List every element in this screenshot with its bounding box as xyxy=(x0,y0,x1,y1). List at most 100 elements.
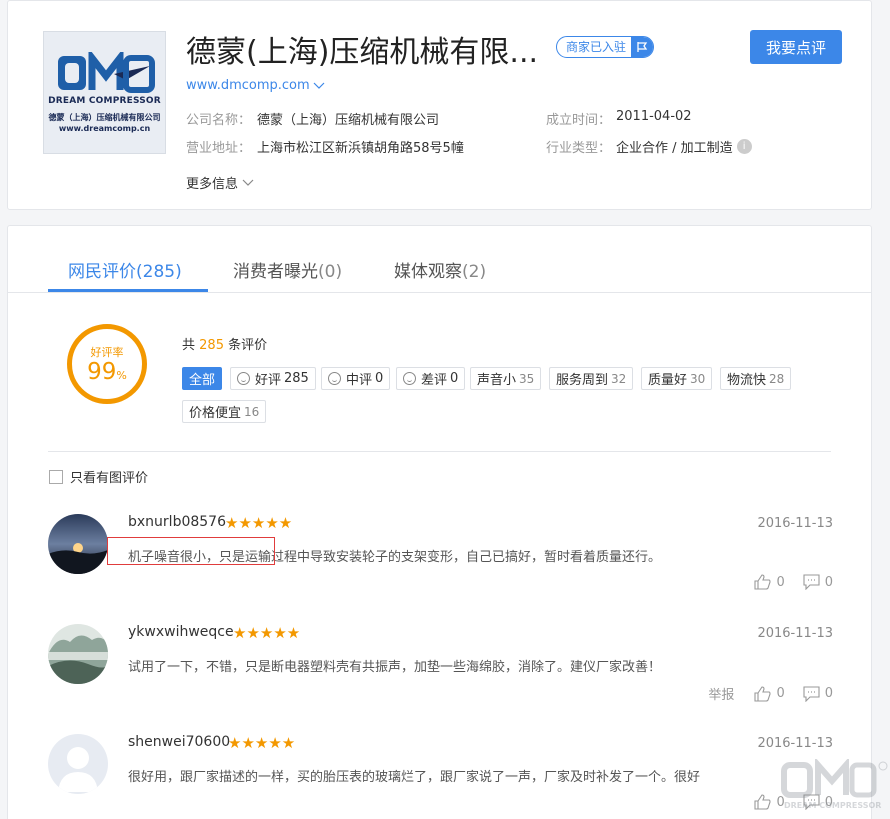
filter-tag-logistics[interactable]: 物流快 28 xyxy=(720,367,792,390)
company-title: 德蒙(上海)压缩机械有限... xyxy=(186,35,539,70)
chevron-down-icon xyxy=(242,179,254,186)
comment-button[interactable]: 0 xyxy=(803,685,833,702)
address-label: 营业地址： xyxy=(186,141,252,156)
report-link[interactable]: 举报 xyxy=(708,684,734,703)
filter-tag-price[interactable]: 价格便宜 16 xyxy=(182,400,267,423)
watermark-icon xyxy=(781,757,888,798)
write-review-button[interactable]: 我要点评 xyxy=(750,30,842,64)
only-pics-label: 只看有图评价 xyxy=(70,471,149,486)
avatar[interactable] xyxy=(48,514,108,574)
like-count: 0 xyxy=(776,574,785,590)
filter-tag-quiet[interactable]: 声音小 35 xyxy=(470,367,542,390)
company-name-label: 公司名称： xyxy=(186,113,252,128)
comment-button[interactable]: 0 xyxy=(803,574,833,590)
filter-label: 物流快 xyxy=(727,373,767,388)
filter-neutral[interactable]: 中评 0 xyxy=(321,367,391,390)
filter-label: 价格便宜 xyxy=(189,406,242,421)
filter-label: 服务周到 xyxy=(556,373,609,388)
review-item: shenwei70600 ★★★★★ 2016-11-13 很好用，跟厂家描述的… xyxy=(48,734,833,819)
info-icon[interactable]: i xyxy=(736,139,752,154)
smile-icon xyxy=(403,372,416,385)
review-username[interactable]: ykwxwihweqce xyxy=(128,624,234,640)
tab-media-watch[interactable]: 媒体观察(2) xyxy=(394,257,486,282)
only-with-pictures-filter[interactable]: 只看有图评价 xyxy=(49,467,148,486)
filter-count: 32 xyxy=(611,371,627,386)
filter-count: 28 xyxy=(769,371,785,386)
tab-label: 媒体观察 xyxy=(394,262,462,282)
thumbs-up-icon xyxy=(754,685,771,702)
comment-count: 0 xyxy=(824,686,833,701)
industry-value: 企业合作 / 加工制造 xyxy=(616,141,733,156)
company-logo: DREAM COMPRESSOR 德蒙（上海）压缩机械有限公司 www.drea… xyxy=(43,31,166,154)
more-info-toggle[interactable]: 更多信息 xyxy=(186,173,254,192)
star-rating: ★★★★★ xyxy=(225,514,293,532)
filter-positive[interactable]: 好评 285 xyxy=(230,367,316,390)
highlight-annotation-box xyxy=(107,537,275,565)
avatar[interactable] xyxy=(48,624,108,684)
comment-count: 0 xyxy=(824,574,833,590)
website-link[interactable]: www.dmcomp.com xyxy=(186,78,325,93)
positive-rate-label: 好评率 xyxy=(90,346,124,359)
review-date: 2016-11-13 xyxy=(757,626,833,641)
logo-brand-text: DREAM COMPRESSOR xyxy=(48,96,161,106)
chevron-down-icon xyxy=(313,82,325,89)
filter-count: 16 xyxy=(244,404,260,419)
filter-count: 285 xyxy=(284,371,309,386)
review-username[interactable]: bxnurlb08576 xyxy=(128,514,226,530)
avatar[interactable] xyxy=(48,734,108,794)
filter-label: 质量好 xyxy=(648,373,688,388)
website-url: www.dmcomp.com xyxy=(186,78,310,93)
total-count: 285 xyxy=(199,338,224,353)
smile-icon xyxy=(328,372,341,385)
total-suffix: 条评价 xyxy=(228,338,268,353)
company-name-value: 德蒙（上海）压缩机械有限公司 xyxy=(257,113,440,128)
like-count: 0 xyxy=(776,686,785,701)
filter-tag-service[interactable]: 服务周到 32 xyxy=(549,367,634,390)
review-actions: 举报 0 0 xyxy=(708,684,833,703)
tab-label: 消费者曝光 xyxy=(233,262,318,282)
filter-label: 声音小 xyxy=(477,373,517,388)
filter-count: 0 xyxy=(375,371,384,386)
tab-label: 网民评价 xyxy=(68,262,136,282)
positive-rate-value: 99% xyxy=(72,359,142,385)
company-card: DREAM COMPRESSOR 德蒙（上海）压缩机械有限公司 www.drea… xyxy=(7,0,872,210)
rate-number: 99 xyxy=(87,359,117,385)
settled-badge-label: 商家已入驻 xyxy=(566,40,627,54)
watermark-text: DREAM COMPRESSOR xyxy=(784,801,882,810)
review-total: 共 285 条评价 xyxy=(182,334,267,353)
default-avatar-icon xyxy=(48,734,108,794)
logo-company-text: 德蒙（上海）压缩机械有限公司 xyxy=(48,113,161,122)
review-item: ykwxwihweqce ★★★★★ 2016-11-13 试用了一下，不错，只… xyxy=(48,624,833,724)
tab-netizen-reviews[interactable]: 网民评价(285) xyxy=(68,257,182,282)
filter-count: 30 xyxy=(690,371,706,386)
review-username[interactable]: shenwei70600 xyxy=(128,734,230,750)
review-actions: 0 0 xyxy=(742,574,833,590)
settled-badge[interactable]: 商家已入驻 xyxy=(556,36,655,58)
like-button[interactable]: 0 xyxy=(754,574,785,590)
tab-count: (285) xyxy=(136,262,182,282)
review-content: 很好用，跟厂家描述的一样，买的胎压表的玻璃烂了，跟厂家说了一声，厂家及时补发了一… xyxy=(128,770,701,785)
founded-value: 2011-04-02 xyxy=(616,109,692,124)
industry-label: 行业类型： xyxy=(546,141,612,156)
comment-icon xyxy=(803,574,820,590)
tab-consumer-exposure[interactable]: 消费者曝光(0) xyxy=(233,257,342,282)
review-date: 2016-11-13 xyxy=(757,736,833,751)
total-prefix: 共 xyxy=(182,338,196,353)
reviews-card: 网民评价(285) 消费者曝光(0) 媒体观察(2) 好评率 99% 共 285… xyxy=(7,225,872,819)
thumbs-up-icon xyxy=(754,574,771,590)
filter-all[interactable]: 全部 xyxy=(182,367,223,390)
smile-icon xyxy=(237,372,250,385)
comment-icon xyxy=(803,685,820,702)
review-date: 2016-11-13 xyxy=(757,516,833,531)
filter-negative[interactable]: 差评 0 xyxy=(396,367,466,390)
tab-count: (2) xyxy=(462,262,487,282)
tab-count: (0) xyxy=(318,262,343,282)
like-button[interactable]: 0 xyxy=(754,685,785,702)
divider xyxy=(48,451,831,452)
watermark-logo: DREAM COMPRESSOR xyxy=(780,757,890,819)
filter-tag-quality[interactable]: 质量好 30 xyxy=(641,367,713,390)
flag-icon xyxy=(631,37,654,57)
star-rating: ★★★★★ xyxy=(233,624,301,642)
checkbox[interactable] xyxy=(49,469,63,484)
filter-count: 0 xyxy=(450,371,459,386)
